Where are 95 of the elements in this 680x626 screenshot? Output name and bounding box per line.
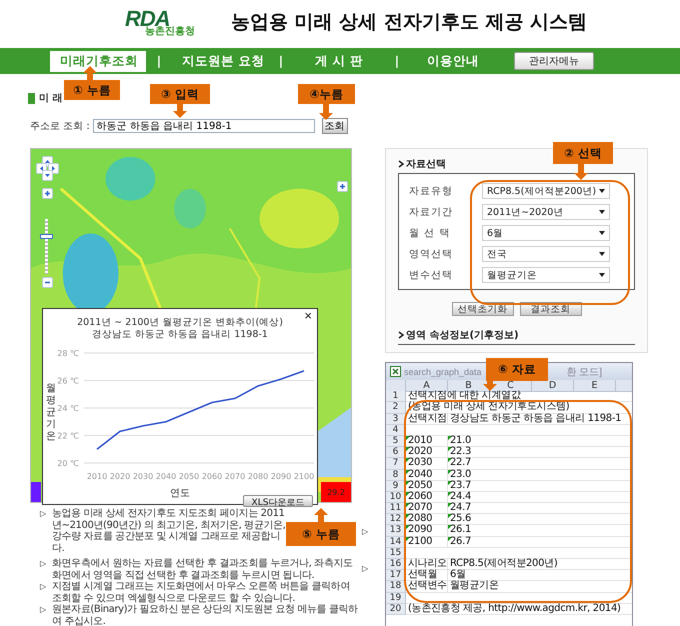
callout-label: ③ 입력 bbox=[150, 84, 210, 104]
y-axis-title: 월평균기온 bbox=[46, 383, 56, 442]
address-label: 주소로 조회 : bbox=[30, 120, 90, 133]
table-cell: 선택월 bbox=[406, 570, 448, 582]
nav-separator: | bbox=[156, 54, 162, 68]
row-number: 11 bbox=[386, 503, 406, 514]
x-tick-label: 2010 bbox=[86, 472, 108, 481]
table-cell: 2100 bbox=[406, 536, 448, 548]
table-cell: 25.6 bbox=[448, 514, 632, 526]
table-cell: 21.0 bbox=[448, 436, 632, 448]
nav-separator: | bbox=[394, 54, 400, 68]
window-title: 환 모드] bbox=[566, 366, 602, 378]
table-cell: 2070 bbox=[406, 503, 448, 514]
x-tick-label: 2100 bbox=[294, 472, 314, 481]
row-number: 19 bbox=[386, 592, 406, 604]
table-cell: 2060 bbox=[406, 492, 448, 504]
row-number: 20 bbox=[386, 604, 406, 615]
bullet-marker: ▷ bbox=[362, 564, 368, 573]
info-text: 화면우측에서 원하는 자료를 선택한 후 결과조회를 누르거나, 좌측지도화면에서 영역을 직접 선택한 후 결과조회를 누르시면 됩니다. bbox=[52, 558, 353, 580]
y-tick-label: 22 ℃ bbox=[57, 432, 79, 440]
site-title: 농업용 미래 상세 전자기후도 제공 시스템 bbox=[231, 10, 588, 35]
chart-title: 경상남도 하동군 하동읍 읍내리 1198-1 bbox=[91, 329, 269, 341]
legend-value: 29.2 bbox=[321, 482, 351, 502]
bullet-marker: ▷ bbox=[40, 604, 47, 616]
table-cell: 월평균기온 bbox=[448, 581, 632, 593]
table-cell: 선택변수 bbox=[406, 581, 448, 593]
field-label: 자료기간 bbox=[409, 206, 454, 219]
callout-label: ② 선택 bbox=[553, 142, 613, 164]
table-cell: 2030 bbox=[406, 458, 448, 470]
table-cell: 2050 bbox=[406, 480, 448, 492]
row-number: 1 bbox=[386, 391, 406, 402]
y-tick-label: 24 ℃ bbox=[57, 404, 79, 413]
table-cell: 23.0 bbox=[448, 470, 632, 481]
x-tick-label: 2030 bbox=[132, 472, 154, 481]
table-cell: 시나리오 bbox=[406, 559, 448, 570]
table-cell: 2010 bbox=[406, 436, 448, 448]
info-text: 원본자료(Binary)가 필요하신 분은 상단의 지도원본 요청 메뉴를 클릭하여 주십시오. bbox=[52, 604, 358, 626]
table-cell: 22.3 bbox=[448, 447, 632, 458]
row-number: 6 bbox=[386, 447, 406, 458]
bullet-marker: ▷ bbox=[40, 558, 47, 570]
bullet-marker: ▷ bbox=[40, 508, 47, 520]
x-tick-label: 2050 bbox=[178, 472, 200, 481]
y-tick-label: 20 ℃ bbox=[57, 459, 79, 468]
row-number: 18 bbox=[386, 581, 406, 593]
table-cell: 2020 bbox=[406, 447, 448, 458]
row-number: 17 bbox=[386, 570, 406, 582]
table-cell: (농촌진흥청 제공, http://www.agdcm.kr, 2014) bbox=[406, 604, 632, 615]
x-tick-label: 2040 bbox=[156, 472, 176, 481]
column-header: A bbox=[406, 380, 448, 392]
field-label: 영역선택 bbox=[409, 248, 454, 261]
field-label: 자료유형 bbox=[409, 185, 454, 198]
y-tick-label: 26 ℃ bbox=[57, 376, 79, 386]
column-header: B bbox=[448, 380, 490, 392]
section-title: 미 래 bbox=[39, 92, 62, 105]
table-cell: 경상남도 하동군 하동읍 읍내리 1198-1 bbox=[448, 414, 632, 425]
window-title: search_graph_data bbox=[404, 366, 482, 376]
table-cell: 선택지점 bbox=[406, 414, 448, 425]
panel-title: 자료선택 bbox=[406, 158, 446, 171]
table-cell: 2080 bbox=[406, 514, 448, 526]
callout-label: ⑥ 자료 bbox=[486, 358, 548, 381]
x-tick-label: 2070 bbox=[224, 472, 246, 481]
bullet-marker: ▷ bbox=[40, 581, 47, 592]
field-label: 변수선택 bbox=[409, 269, 454, 282]
chart-title: 2011년 ~ 2100년 월평균기온 변화추이(예상) bbox=[76, 317, 284, 329]
column-header: E bbox=[574, 380, 616, 392]
y-tick-label: 28 ℃ bbox=[57, 349, 79, 358]
column-header: D bbox=[532, 380, 574, 392]
x-tick-label: 2090 bbox=[270, 472, 292, 481]
x-axis-title: 연도 bbox=[170, 488, 190, 499]
row-number: 16 bbox=[386, 559, 406, 570]
table-cell: 2040 bbox=[406, 470, 448, 481]
field-label: 월 선 택 bbox=[409, 227, 452, 240]
callout-label: ④누름 bbox=[298, 84, 355, 104]
row-number: 12 bbox=[386, 514, 406, 526]
callout-label: ⑤ 누름 bbox=[286, 522, 356, 546]
info-text: 지점별 시계열 그래프는 지도화면에서 마우스 오른쪽 버튼을 클릭하여 조회할 수 있으며 엑셀형식으로 다운로드 할 수 있습니다. bbox=[52, 581, 350, 604]
table-cell: 선택지점에 대한 시계열값 bbox=[406, 391, 632, 402]
x-tick-label: 2060 bbox=[202, 472, 222, 481]
table-cell: 24.4 bbox=[448, 492, 632, 504]
table-cell: 23.7 bbox=[448, 480, 632, 492]
panel-title: 영역 속성정보(기후정보) bbox=[406, 329, 519, 342]
table-cell: 6월 bbox=[448, 570, 632, 582]
x-tick-label: 2080 bbox=[248, 472, 268, 481]
table-cell: 26.7 bbox=[448, 536, 632, 548]
table-cell: 22.7 bbox=[448, 458, 632, 470]
table-cell: 26.1 bbox=[448, 525, 632, 537]
bullet-marker: ▷ bbox=[362, 527, 368, 536]
info-text: 농업용 미래 상세 전자기후도 지도조회 페이지는 2011년~2100년(90년간) 의 최고기온, 최저기온, 평균기온, 강수량 자료를 공간분포 및 시계열 그래프로 제공합니다. bbox=[52, 508, 286, 554]
table-cell: 24.7 bbox=[448, 503, 632, 514]
callout-label: ① 누름 bbox=[64, 80, 120, 100]
table-cell: 2090 bbox=[406, 525, 448, 537]
nav-separator: | bbox=[278, 54, 284, 68]
table-cell: RCP8.5(제어적분200년) bbox=[448, 559, 632, 570]
row-number: 2 bbox=[386, 402, 406, 414]
x-tick-label: 2020 bbox=[110, 472, 130, 481]
